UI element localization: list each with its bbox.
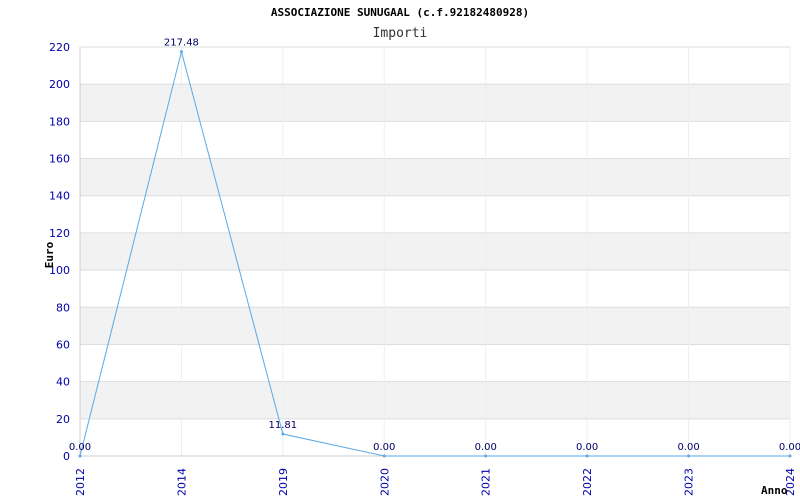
- data-point: [788, 454, 792, 458]
- data-label: 0.00: [373, 442, 395, 453]
- data-point: [585, 454, 589, 458]
- x-tick-label: 2022: [581, 468, 594, 496]
- y-tick-label: 200: [49, 78, 70, 91]
- grid-band: [80, 158, 790, 196]
- x-tick-labels: 2012 2014 2019 2020 2021 2022 2023 2024: [74, 468, 797, 496]
- data-point: [78, 454, 82, 458]
- grid-band: [80, 381, 790, 419]
- data-point: [687, 454, 691, 458]
- data-point: [179, 50, 183, 54]
- data-label: 0.00: [69, 442, 91, 453]
- grid-band: [80, 84, 790, 122]
- data-point: [382, 454, 386, 458]
- grid-band: [80, 232, 790, 271]
- x-axis-label: Anno: [761, 484, 788, 497]
- x-tick-label: 2023: [683, 468, 696, 496]
- data-label: 0.00: [779, 442, 800, 453]
- x-tick-label: 2012: [74, 468, 87, 496]
- data-label: 0.00: [475, 442, 497, 453]
- y-tick-label: 120: [49, 227, 70, 240]
- grid-band: [80, 307, 790, 345]
- y-tick-label: 180: [49, 115, 70, 128]
- y-tick-label: 80: [56, 301, 70, 314]
- y-tick-label: 40: [56, 376, 70, 389]
- chart-subtitle: Importi: [373, 26, 428, 41]
- x-tick-label: 2020: [378, 468, 391, 496]
- data-label: 11.81: [269, 420, 298, 431]
- data-point: [484, 454, 488, 458]
- line-chart: ASSOCIAZIONE SUNUGAAL (c.f.92182480928) …: [43, 6, 800, 497]
- y-tick-label: 20: [56, 413, 70, 426]
- x-tick-label: 2021: [480, 468, 493, 496]
- x-tick-label: 2014: [175, 468, 188, 496]
- data-label: 0.00: [677, 442, 699, 453]
- y-tick-label: 160: [49, 153, 70, 166]
- data-label: 217.48: [164, 38, 199, 49]
- chart-title: ASSOCIAZIONE SUNUGAAL (c.f.92182480928): [271, 6, 529, 19]
- y-axis-label: Euro: [43, 241, 56, 268]
- data-label: 0.00: [576, 442, 598, 453]
- x-tick-label: 2019: [277, 468, 290, 496]
- plot-background: [80, 84, 790, 419]
- data-point: [281, 432, 285, 436]
- y-tick-label: 140: [49, 190, 70, 203]
- y-tick-label: 220: [49, 41, 70, 54]
- y-tick-label: 60: [56, 338, 70, 351]
